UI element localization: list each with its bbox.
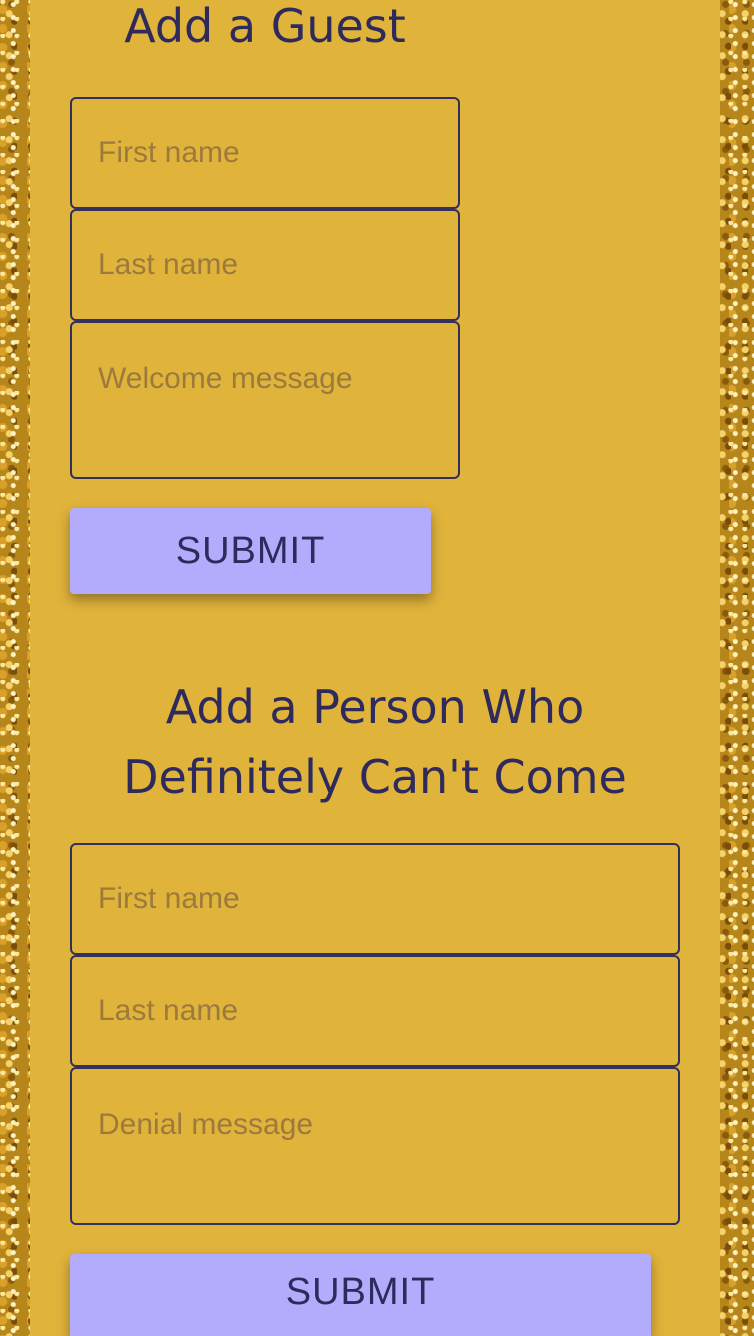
- guest-welcome-message-input[interactable]: [70, 321, 460, 479]
- add-cant-come-title: Add a Person Who Definitely Can't Come: [123, 680, 627, 804]
- guest-first-name-input[interactable]: [70, 97, 460, 209]
- cant-come-first-name-input[interactable]: [70, 843, 680, 955]
- cant-come-last-name-input[interactable]: [70, 955, 680, 1067]
- guest-last-name-input[interactable]: [70, 209, 460, 321]
- guest-submit-button[interactable]: SUBMIT: [70, 508, 431, 594]
- cant-come-denial-message-input[interactable]: [70, 1067, 680, 1225]
- add-guest-title: Add a Guest: [124, 0, 406, 53]
- cant-come-submit-button[interactable]: SUBMIT: [70, 1254, 651, 1336]
- content-panel: Add a Guest SUBMIT Add a Person Who Defi…: [30, 0, 720, 1336]
